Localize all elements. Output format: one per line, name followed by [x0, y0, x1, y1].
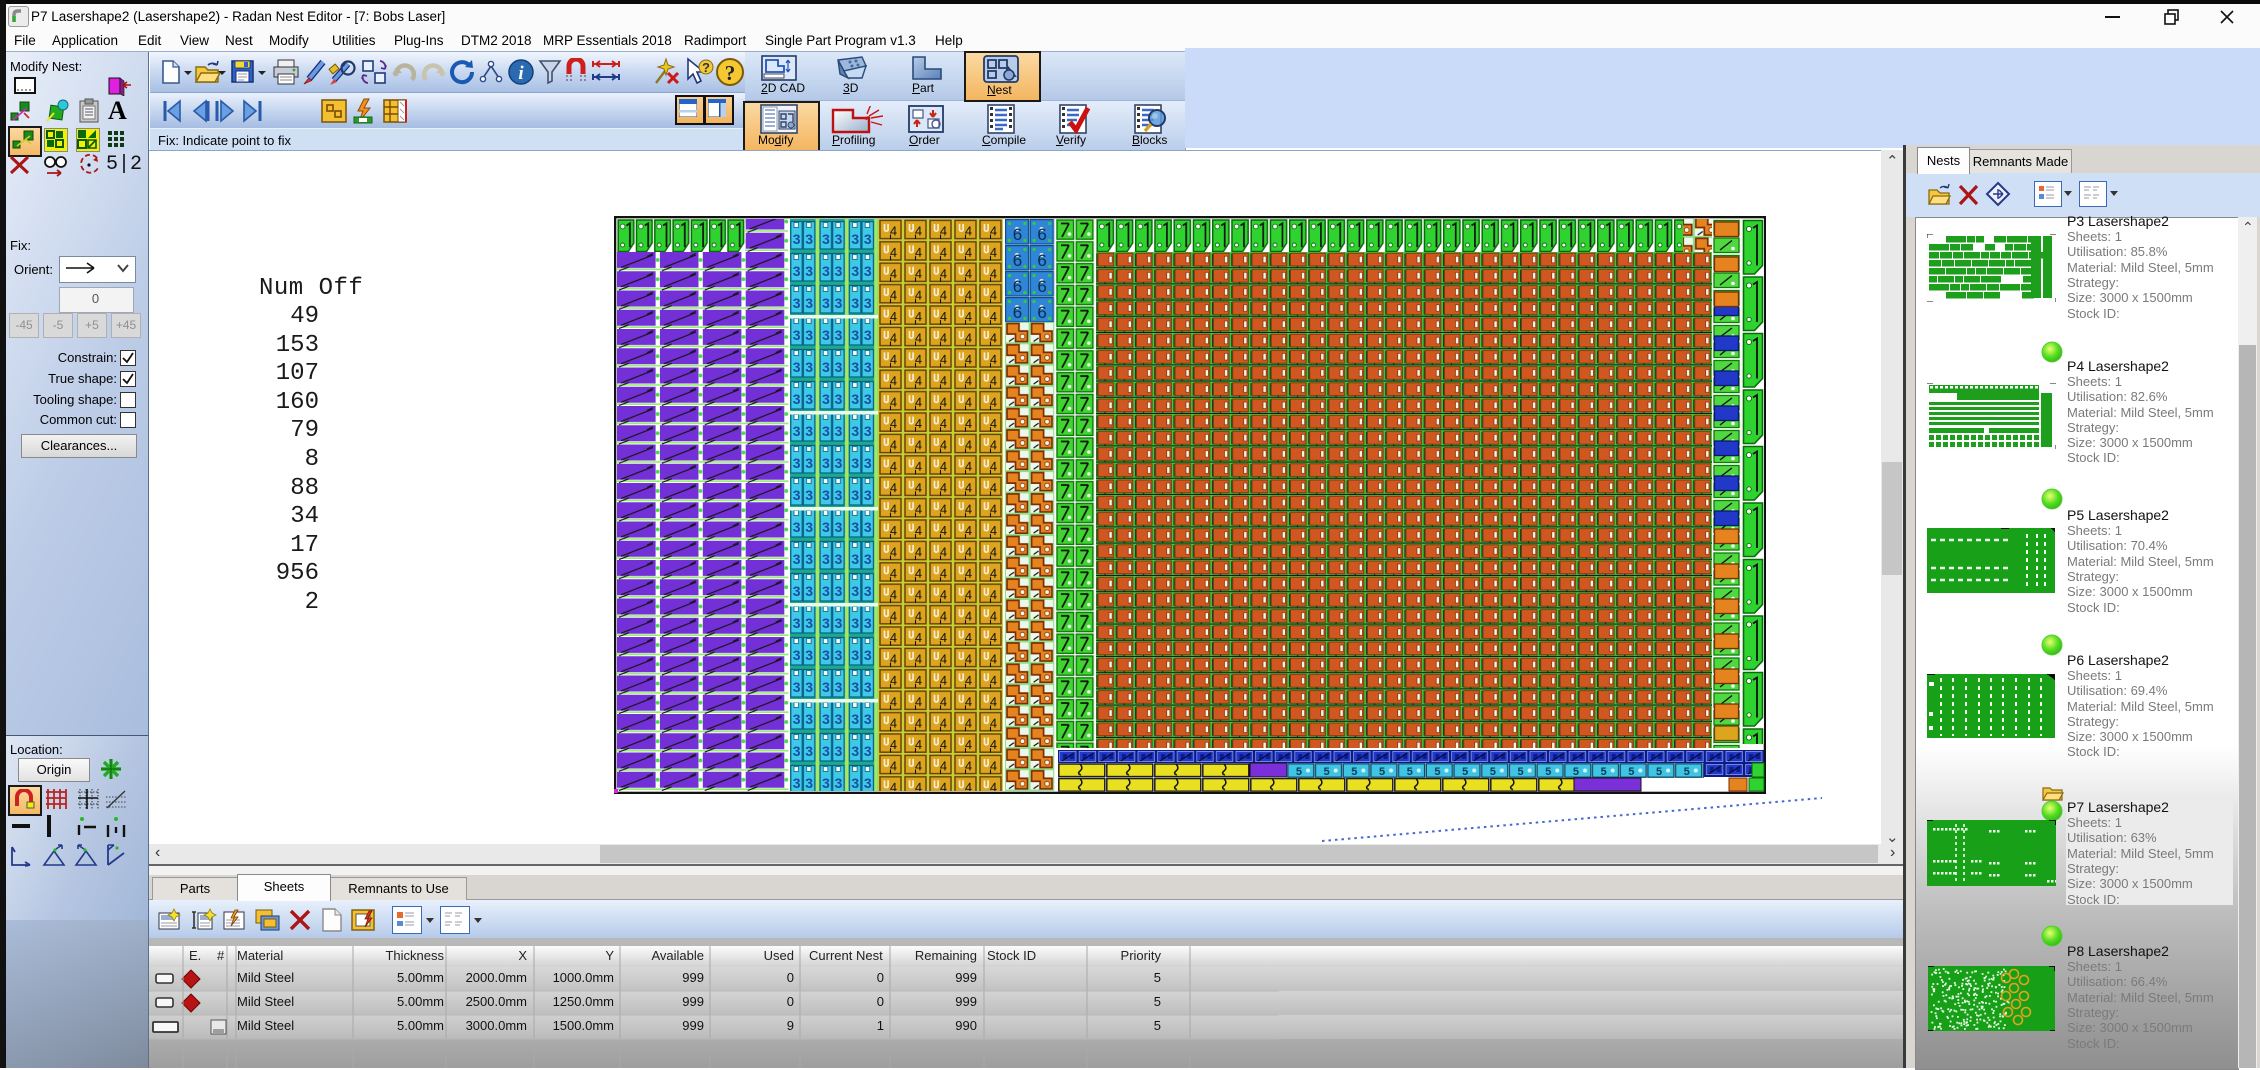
svg-text:i: i [518, 63, 524, 84]
svg-text:?: ? [725, 61, 736, 85]
svg-text:?: ? [702, 60, 710, 75]
